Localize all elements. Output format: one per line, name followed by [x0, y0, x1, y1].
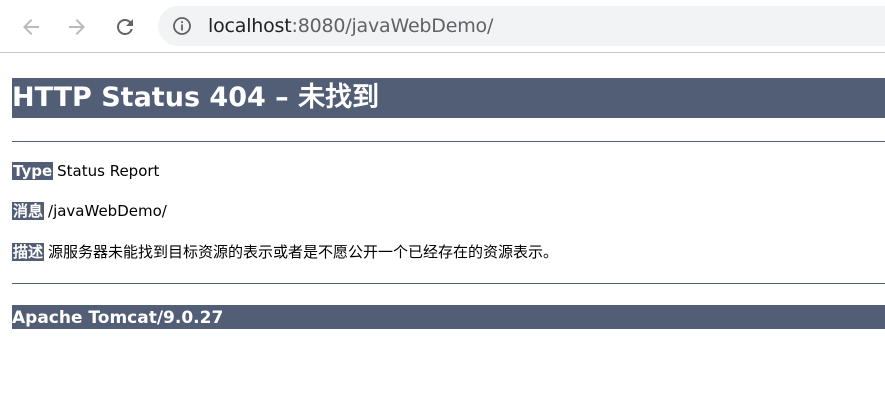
reload-button[interactable] — [111, 13, 139, 41]
divider — [12, 283, 885, 284]
url-host: localhost — [208, 15, 292, 37]
description-row: 描述 源服务器未能找到目标资源的表示或者是不愿公开一个已经存在的资源表示。 — [12, 242, 558, 263]
address-bar[interactable]: localhost:8080/javaWebDemo/ — [158, 6, 885, 46]
forward-button[interactable] — [63, 13, 91, 41]
server-footer: Apache Tomcat/9.0.27 — [12, 305, 885, 329]
type-value: Status Report — [57, 162, 160, 180]
page-title: HTTP Status 404 – 未找到 — [12, 78, 885, 118]
message-row: 消息/javaWebDemo/ — [12, 201, 167, 222]
description-label: 描述 — [12, 243, 45, 261]
arrow-left-icon — [23, 19, 39, 35]
info-icon[interactable] — [172, 16, 192, 36]
arrow-right-icon — [69, 19, 85, 35]
browser-toolbar: localhost:8080/javaWebDemo/ — [0, 0, 885, 53]
divider — [12, 141, 885, 142]
message-label: 消息 — [12, 202, 45, 220]
type-row: Type Status Report — [12, 161, 159, 182]
description-value: 源服务器未能找到目标资源的表示或者是不愿公开一个已经存在的资源表示。 — [48, 243, 559, 261]
url-text[interactable]: localhost:8080/javaWebDemo/ — [208, 14, 493, 38]
reload-icon — [117, 19, 133, 35]
url-path: :8080/javaWebDemo/ — [291, 15, 494, 37]
type-label: Type — [12, 162, 54, 180]
back-button[interactable] — [17, 13, 45, 41]
message-value: /javaWebDemo/ — [48, 202, 167, 220]
